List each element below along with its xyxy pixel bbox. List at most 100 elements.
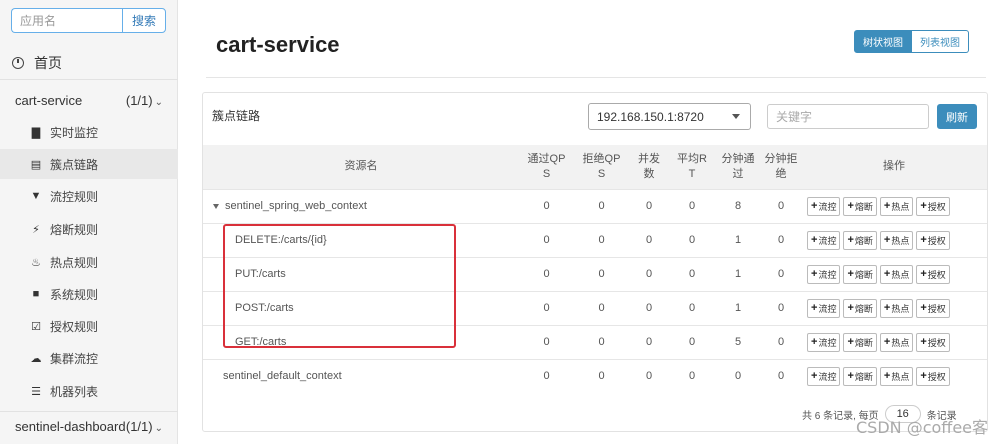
metric-cell: 0	[574, 188, 629, 223]
op-button-label: 流控	[818, 303, 837, 314]
operations-cell: + 流控 + 熔断 + 热点 + 授权	[801, 256, 987, 291]
add-hotspot-rule-button[interactable]: + 热点	[879, 196, 914, 216]
sidebar-item-system-rules[interactable]: ■ 系统规则	[0, 279, 178, 309]
sidebar-item-label: 簇点链路	[50, 157, 99, 172]
add-flow-rule-button[interactable]: + 流控	[807, 298, 841, 318]
plus-icon: +	[847, 336, 854, 348]
th-list-icon: ☰	[31, 385, 41, 398]
metric-cell: 0	[574, 290, 629, 325]
plus-icon: +	[883, 234, 891, 246]
tree-view-button[interactable]: 树状视图	[854, 30, 912, 53]
metric-cell: 0	[761, 222, 801, 257]
col-operations: 操作	[883, 160, 905, 173]
resource-name: sentinel_default_context	[223, 370, 342, 383]
resource-panel: 簇点链路 192.168.150.1:8720 刷新 资源名 通过QPS 拒绝Q…	[202, 92, 988, 432]
plus-icon: +	[811, 234, 818, 246]
add-flow-rule-button[interactable]: + 流控	[807, 196, 841, 216]
refresh-button[interactable]: 刷新	[937, 104, 977, 129]
list-icon: ▤	[30, 158, 42, 171]
add-flow-rule-button[interactable]: + 流控	[807, 264, 841, 284]
add-degrade-rule-button[interactable]: + 熔断	[843, 366, 877, 386]
app-group-sentinel-dashboard[interactable]: sentinel-dashboard (1/1) ⌄	[0, 411, 178, 441]
plus-icon: +	[811, 200, 818, 212]
table-row: sentinel_default_context 0 0 0 0 0 0 + 流控 + 熔断 + 热点 +…	[203, 358, 987, 393]
expand-triangle-icon[interactable]	[213, 203, 219, 209]
add-authority-rule-button[interactable]: + 授权	[916, 196, 950, 216]
sidebar-item-label: 集群流控	[50, 351, 99, 366]
fire-icon: ♨	[31, 256, 41, 269]
add-flow-rule-button[interactable]: + 流控	[807, 366, 841, 386]
view-toggle: 树状视图 列表视图	[854, 30, 969, 53]
sidebar-item-machines[interactable]: ☰ 机器列表	[0, 376, 178, 406]
metric-cell: 0	[629, 358, 669, 393]
op-button-label: 授权	[927, 201, 946, 212]
add-hotspot-rule-button[interactable]: + 热点	[879, 298, 914, 318]
add-degrade-rule-button[interactable]: + 熔断	[843, 196, 877, 216]
panel-title: 簇点链路	[212, 109, 261, 123]
sidebar-item-hotspot-rules[interactable]: ♨ 热点规则	[0, 247, 178, 277]
op-button-label: 热点	[891, 269, 910, 280]
resource-name-cell: sentinel_spring_web_context	[203, 188, 519, 223]
list-view-button[interactable]: 列表视图	[912, 30, 969, 53]
resource-name-cell: DELETE:/carts/{id}	[203, 222, 519, 257]
add-hotspot-rule-button[interactable]: + 热点	[879, 230, 914, 250]
chevron-down-icon: ⌄	[154, 423, 163, 434]
op-button-label: 授权	[927, 303, 946, 314]
sidebar-item-label: 流控规则	[50, 189, 99, 204]
plus-icon: +	[920, 336, 927, 348]
add-degrade-rule-button[interactable]: + 熔断	[843, 298, 877, 318]
nav-home-label: 首页	[34, 54, 62, 71]
table-row: sentinel_spring_web_context 0 0 0 0 8 0 + 流控 + 熔断 +…	[203, 188, 987, 223]
sidebar-item-label: 熔断规则	[50, 222, 99, 237]
sidebar-item-authority-rules[interactable]: ☑ 授权规则	[0, 311, 178, 341]
add-authority-rule-button[interactable]: + 授权	[916, 332, 950, 352]
op-button-label: 授权	[927, 371, 946, 382]
add-authority-rule-button[interactable]: + 授权	[916, 264, 950, 284]
table-header: 资源名 通过QP S 拒绝QP S 并发数 平均R T 分钟通过 分钟拒绝 操作	[203, 145, 987, 189]
plus-icon: +	[847, 268, 854, 280]
metric-cell: 0	[669, 222, 715, 257]
add-hotspot-rule-button[interactable]: + 热点	[879, 332, 914, 352]
add-authority-rule-button[interactable]: + 授权	[916, 366, 950, 386]
add-hotspot-rule-button[interactable]: + 热点	[879, 264, 914, 284]
add-degrade-rule-button[interactable]: + 熔断	[843, 264, 877, 284]
op-button-label: 热点	[891, 371, 910, 382]
add-authority-rule-button[interactable]: + 授权	[916, 298, 950, 318]
op-button-label: 流控	[818, 269, 837, 280]
bar-chart-icon: ▇	[31, 126, 41, 139]
op-button-label: 流控	[818, 235, 837, 246]
lock-icon: ■	[32, 288, 40, 300]
add-hotspot-rule-button[interactable]: + 热点	[879, 366, 914, 386]
add-flow-rule-button[interactable]: + 流控	[807, 230, 841, 250]
plus-icon: +	[883, 302, 891, 314]
search-button[interactable]: 搜索	[122, 8, 166, 33]
add-authority-rule-button[interactable]: + 授权	[916, 230, 950, 250]
sidebar-item-resource-chain[interactable]: ▤ 簇点链路	[0, 149, 178, 179]
sidebar-item-degrade-rules[interactable]: ⚡ 熔断规则	[0, 214, 178, 244]
add-degrade-rule-button[interactable]: + 熔断	[843, 332, 877, 352]
op-button-label: 热点	[891, 235, 910, 246]
col-concurrency: 并发数	[638, 152, 660, 180]
op-button-label: 热点	[891, 337, 910, 348]
app-search-input[interactable]	[11, 8, 122, 33]
metric-cell: 1	[715, 256, 761, 291]
resource-name: sentinel_spring_web_context	[225, 200, 367, 212]
plus-icon: +	[847, 200, 854, 212]
add-degrade-rule-button[interactable]: + 熔断	[843, 230, 877, 250]
app-group-name: sentinel-dashboard	[15, 419, 126, 434]
sidebar-item-flow-rules[interactable]: ▼ 流控规则	[0, 181, 178, 211]
plus-icon: +	[883, 370, 891, 383]
metric-cell: 0	[761, 290, 801, 325]
add-flow-rule-button[interactable]: + 流控	[807, 332, 841, 352]
sidebar-item-realtime[interactable]: ▇ 实时监控	[0, 117, 178, 147]
watermark: CSDN @coffee客	[856, 418, 989, 437]
app-group-cart-service[interactable]: cart-service (1/1) ⌄	[0, 85, 178, 115]
app-group-name: cart-service	[15, 92, 83, 108]
metric-cell: 0	[519, 290, 574, 325]
metric-cell: 0	[669, 188, 715, 223]
sidebar-item-cluster-flow[interactable]: ☁ 集群流控	[0, 343, 178, 373]
keyword-input[interactable]	[767, 104, 929, 129]
machine-select[interactable]: 192.168.150.1:8720	[588, 103, 751, 130]
col-avg-rt: 平均R T	[677, 152, 707, 180]
nav-home[interactable]: 首页	[0, 46, 178, 80]
